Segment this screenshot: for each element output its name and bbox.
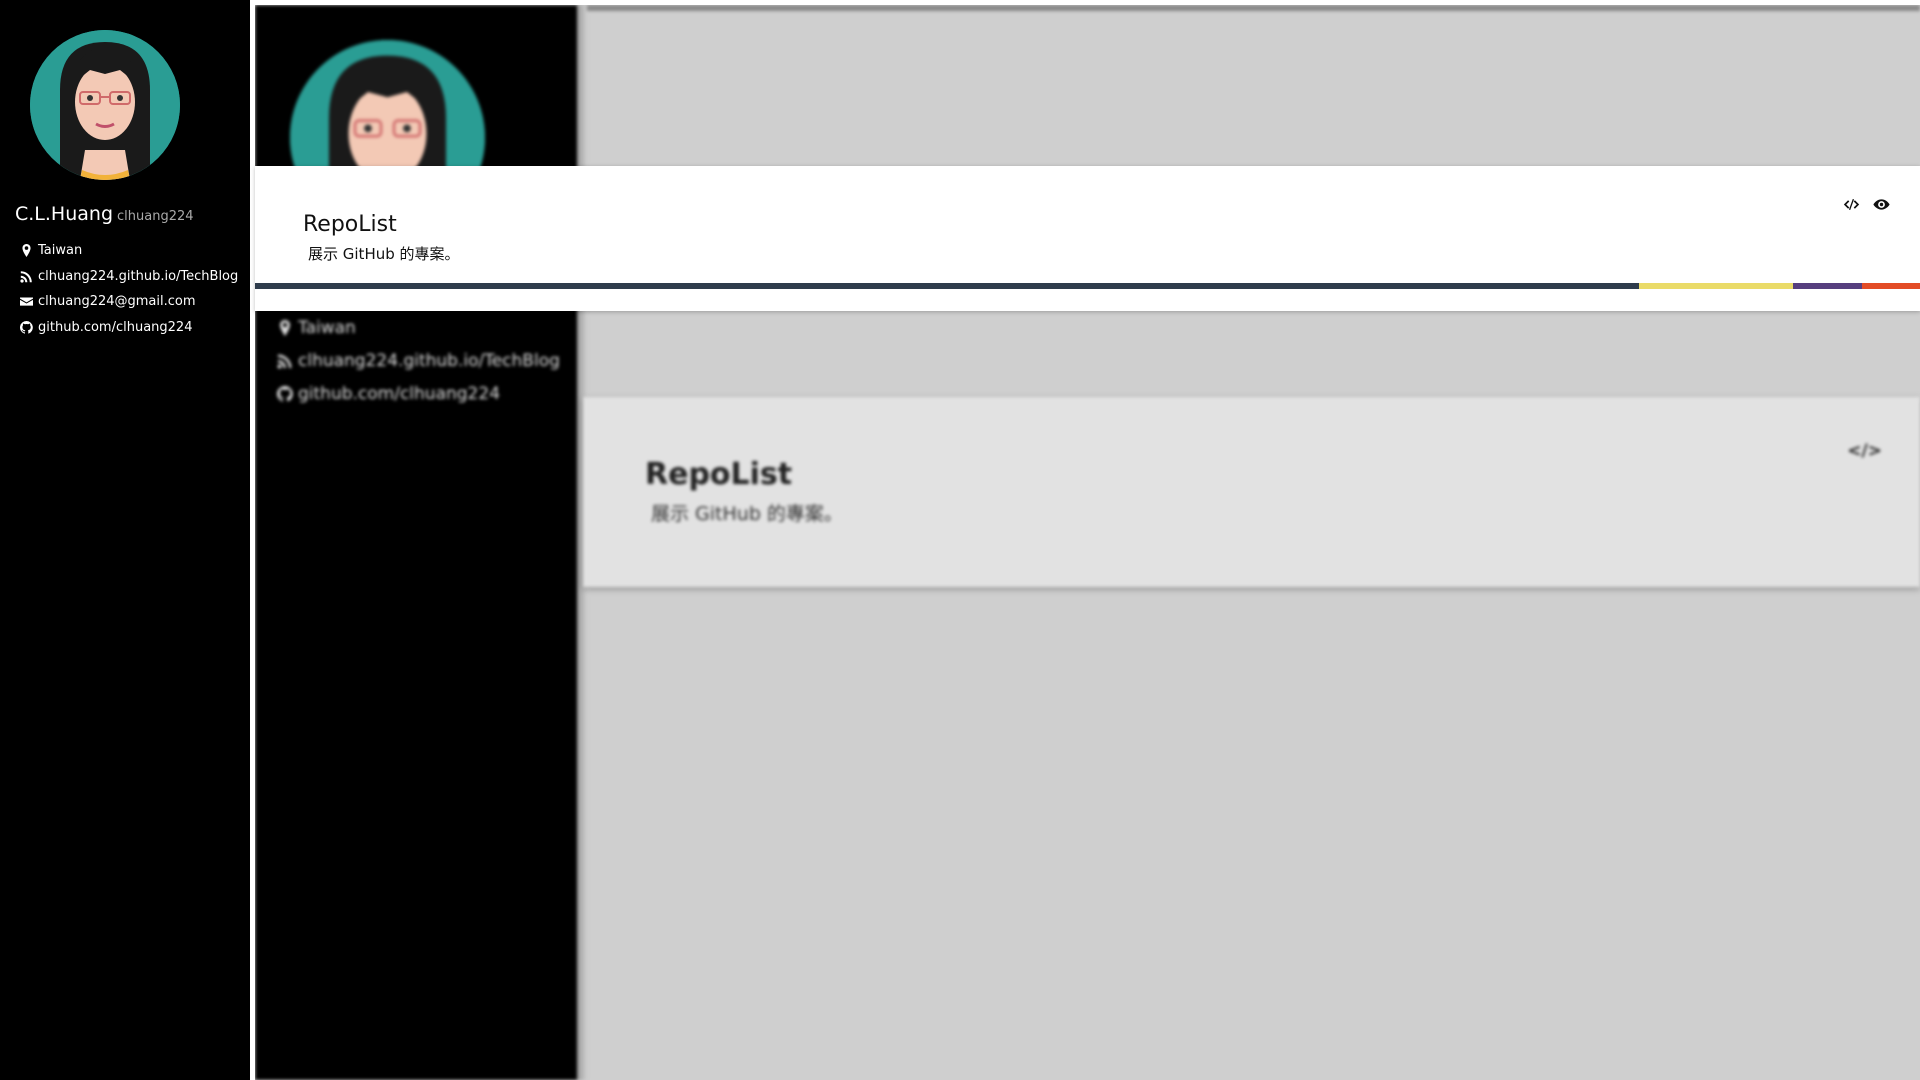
github-link[interactable]: github.com/clhuang224 bbox=[20, 315, 238, 341]
email-link[interactable]: clhuang224@gmail.com bbox=[20, 289, 238, 315]
avatar bbox=[30, 30, 180, 180]
avatar-illustration bbox=[30, 30, 180, 180]
language-bar bbox=[255, 283, 1920, 289]
preview-blog-item: clhuang224.github.io/TechBlog bbox=[277, 344, 560, 377]
email-text[interactable]: clhuang224@gmail.com bbox=[38, 294, 196, 309]
display-name: C.L.Huang bbox=[15, 203, 114, 225]
github-icon bbox=[20, 320, 33, 334]
view-demo-button[interactable] bbox=[1872, 196, 1890, 212]
repo-description: 展示 GitHub 的專案。 bbox=[308, 245, 460, 263]
language-segment bbox=[1638, 283, 1794, 289]
rss-icon bbox=[277, 353, 293, 369]
code-icon: </> bbox=[1847, 441, 1882, 461]
profile-name: C.L.Huang clhuang224 bbox=[15, 203, 194, 225]
repo-title[interactable]: RepoList bbox=[303, 212, 397, 237]
language-segment bbox=[1793, 283, 1862, 289]
profile-sidebar: C.L.Huang clhuang224 Taiwan clhuang224.gi… bbox=[0, 0, 250, 1080]
profile-info-list: Taiwan clhuang224.github.io/TechBlog clh… bbox=[20, 238, 238, 340]
preview-github-item: github.com/clhuang224 bbox=[277, 377, 560, 410]
language-segment bbox=[255, 283, 1639, 289]
github-icon bbox=[277, 385, 293, 402]
view-code-button[interactable] bbox=[1842, 196, 1860, 212]
preview-info-list: Taiwan clhuang224.github.io/TechBlog git… bbox=[277, 311, 560, 410]
map-marker-icon bbox=[277, 319, 293, 336]
username: clhuang224 bbox=[117, 209, 194, 224]
location-text: Taiwan bbox=[38, 243, 83, 259]
envelope-icon bbox=[20, 295, 33, 308]
rss-icon bbox=[20, 270, 33, 283]
github-text[interactable]: github.com/clhuang224 bbox=[38, 320, 192, 335]
code-icon bbox=[1843, 198, 1859, 210]
location-item: Taiwan bbox=[20, 238, 238, 264]
language-segment bbox=[1861, 283, 1920, 289]
blog-text[interactable]: clhuang224.github.io/TechBlog bbox=[38, 269, 238, 284]
preview-location-text: Taiwan bbox=[298, 317, 356, 338]
preview-location-item: Taiwan bbox=[277, 311, 560, 344]
preview-card-title: RepoList bbox=[645, 457, 793, 492]
preview-github-text: github.com/clhuang224 bbox=[298, 383, 501, 404]
preview-blog-text: clhuang224.github.io/TechBlog bbox=[298, 350, 560, 371]
blog-link[interactable]: clhuang224.github.io/TechBlog bbox=[20, 264, 238, 290]
preview-repo-card: RepoList 展示 GitHub 的專案。 </> bbox=[583, 397, 1920, 587]
preview-card-description: 展示 GitHub 的專案。 bbox=[651, 503, 843, 525]
preview-topbar bbox=[587, 5, 1920, 11]
card-actions bbox=[1842, 196, 1890, 212]
repo-card[interactable]: RepoList 展示 GitHub 的專案。 bbox=[255, 166, 1920, 311]
eye-icon bbox=[1872, 198, 1890, 210]
map-marker-icon bbox=[20, 244, 33, 258]
